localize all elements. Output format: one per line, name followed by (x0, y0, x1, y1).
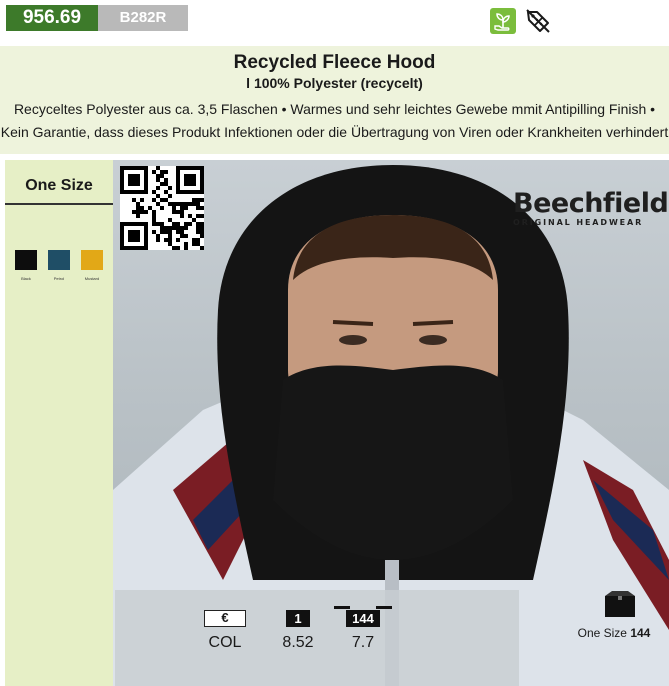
description-line-1: Recyceltes Polyester aus ca. 3,5 Flasche… (13, 101, 656, 117)
discount-tag-icon (525, 8, 551, 34)
packaging-qty: 144 (630, 626, 651, 640)
brand-logo: Beechfield ORIGINAL HEADWEAR (513, 188, 669, 228)
product-title: Recycled Fleece Hood (233, 52, 436, 73)
description-line-2: Kein Garantie, dass dieses Produkt Infek… (0, 124, 669, 140)
color-swatch-black[interactable] (15, 250, 37, 270)
product-description: Recyceltes Polyester aus ca. 3,5 Flasche… (0, 98, 669, 144)
color-swatch-petrol[interactable] (48, 250, 70, 270)
packaging-size: One Size (577, 626, 627, 640)
qr-code[interactable] (120, 166, 204, 250)
brand-tagline: ORIGINAL HEADWEAR (513, 218, 644, 227)
single-qty-label: 1 (286, 610, 310, 627)
color-name-black: Black (21, 276, 31, 281)
col-label: COL (208, 634, 242, 651)
single-qty-price: 8.52 (282, 634, 314, 651)
carton-qty-label: 144 (346, 610, 380, 627)
carton-marker-left (334, 606, 350, 609)
price-code-badge: 956.69 (6, 5, 98, 31)
brand-name: Beechfield (513, 188, 669, 219)
color-swatch-mustard[interactable] (81, 250, 103, 270)
eco-plant-icon (490, 8, 516, 34)
carton-box-icon (603, 590, 637, 618)
carton-price: 7.7 (351, 634, 375, 651)
product-subtitle: l 100% Polyester (recycelt) (246, 75, 423, 91)
size-color-sidebar (5, 160, 113, 686)
size-divider (5, 203, 113, 205)
currency-label: € (204, 610, 246, 627)
article-code-badge: B282R (98, 5, 188, 31)
packaging-info: One Size 144 (560, 626, 668, 640)
color-name-petrol: Petrol (53, 276, 65, 281)
size-label: One Size (25, 177, 93, 194)
carton-marker-right (376, 606, 392, 609)
color-name-mustard: Mustard (84, 276, 100, 281)
